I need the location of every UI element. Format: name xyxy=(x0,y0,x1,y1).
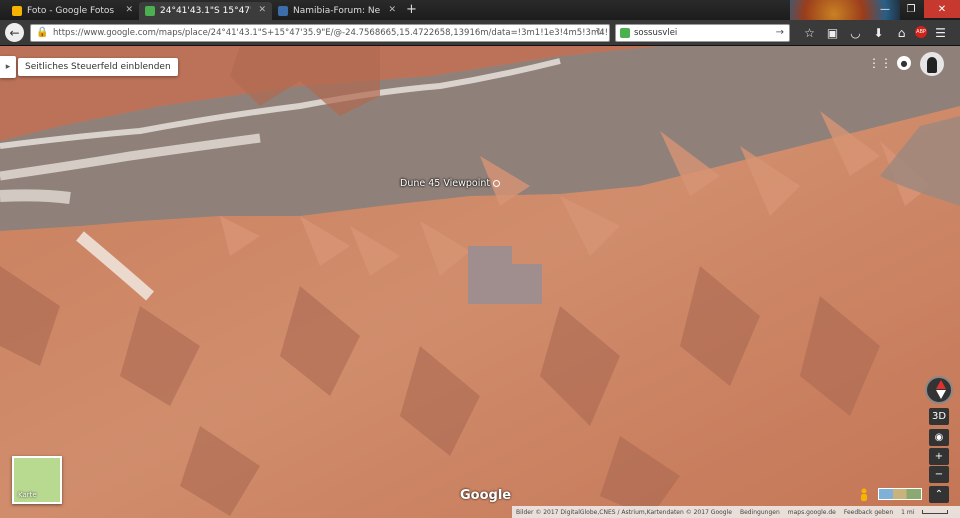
poi-marker[interactable]: Dune 45 Viewpoint xyxy=(400,178,501,189)
back-button[interactable]: ← xyxy=(5,23,24,42)
new-tab-button[interactable]: + xyxy=(406,2,417,17)
blurred-region xyxy=(505,264,542,304)
maximize-button[interactable]: ❐ xyxy=(898,0,924,18)
arrow-left-icon: ← xyxy=(9,25,20,40)
clipboard-icon[interactable]: ▣ xyxy=(823,23,842,42)
lock-icon: 🔒 xyxy=(36,27,49,38)
maps-link[interactable]: maps.google.de xyxy=(788,509,836,516)
account-avatar[interactable] xyxy=(920,52,944,76)
poi-label: Dune 45 Viewpoint xyxy=(400,178,491,189)
reload-icon[interactable]: ↻ xyxy=(596,27,604,38)
tab-label: Namibia-Forum: Neues Th... xyxy=(293,6,381,16)
satellite-map[interactable]: ▸ Seitliches Steuerfeld einblenden ⋮⋮ ● … xyxy=(0,46,960,518)
close-window-button[interactable]: ✕ xyxy=(924,0,960,18)
map-type-switcher[interactable]: Karte xyxy=(12,456,62,504)
search-engine-icon xyxy=(620,28,630,38)
map-footer: Bilder © 2017 DigitalGlobe,CNES / Astriu… xyxy=(512,506,960,518)
search-query: sossusvlei xyxy=(634,28,678,38)
map-type-label: Karte xyxy=(18,491,37,499)
home-icon[interactable]: ⌂ xyxy=(892,23,911,42)
forum-icon xyxy=(278,6,288,16)
google-photos-icon xyxy=(12,6,22,16)
notifications-icon[interactable]: ● xyxy=(897,56,911,70)
side-panel-tooltip: Seitliches Steuerfeld einblenden xyxy=(18,58,178,76)
apps-grid-icon[interactable]: ⋮⋮ xyxy=(868,56,892,70)
my-location-button[interactable]: ◉ xyxy=(929,429,949,446)
url-text: https://www.google.com/maps/place/24°41'… xyxy=(53,28,609,38)
close-icon[interactable]: ✕ xyxy=(125,5,133,15)
download-icon[interactable]: ⬇ xyxy=(869,23,888,42)
location-icon: ◉ xyxy=(934,432,944,443)
pegman-icon[interactable] xyxy=(858,488,870,502)
side-panel-toggle[interactable]: ▸ xyxy=(0,56,16,78)
zoom-out-button[interactable]: − xyxy=(929,466,949,483)
chevron-right-icon: ▸ xyxy=(5,62,11,72)
adblock-icon[interactable]: ABP xyxy=(915,26,927,38)
tab-label: 24°41'43.1"S 15°47'35.9"E - ... xyxy=(160,6,251,16)
scale-bar xyxy=(922,510,949,514)
close-icon[interactable]: ✕ xyxy=(388,5,396,15)
tab-google-fotos[interactable]: Foto - Google Fotos ✕ xyxy=(6,2,139,20)
feedback-link[interactable]: Feedback geben xyxy=(844,509,893,516)
camera-icon xyxy=(493,180,501,187)
scale-label: 1 mi xyxy=(901,508,915,516)
go-arrow-icon[interactable]: → xyxy=(776,27,784,38)
window-controls: — ❐ ✕ xyxy=(872,0,960,20)
zoom-in-button[interactable]: + xyxy=(929,448,949,465)
expand-icon[interactable]: ⌃ xyxy=(929,486,949,503)
tab-google-maps[interactable]: 24°41'43.1"S 15°47'35.9"E - ... ✕ xyxy=(139,2,272,20)
compass-icon[interactable] xyxy=(925,376,953,404)
google-maps-icon xyxy=(145,6,155,16)
close-icon[interactable]: ✕ xyxy=(258,5,266,15)
tab-namibia-forum[interactable]: Namibia-Forum: Neues Th... ✕ xyxy=(272,2,402,20)
terms-link[interactable]: Bedingungen xyxy=(740,509,780,516)
tab-label: Foto - Google Fotos xyxy=(27,6,115,16)
attribution: Bilder © 2017 DigitalGlobe,CNES / Astriu… xyxy=(516,508,732,516)
url-bar[interactable]: 🔒 https://www.google.com/maps/place/24°4… xyxy=(30,24,610,42)
search-input[interactable]: sossusvlei → xyxy=(615,24,790,42)
menu-icon[interactable]: ☰ xyxy=(931,23,950,42)
star-icon[interactable]: ☆ xyxy=(800,23,819,42)
google-logo: Google xyxy=(460,488,512,503)
toolbar-icons: ☆ ▣ ◡ ⬇ ⌂ ABP ☰ xyxy=(800,23,950,42)
minimize-button[interactable]: — xyxy=(872,0,898,18)
pocket-icon[interactable]: ◡ xyxy=(846,23,865,42)
3d-button[interactable]: 3D xyxy=(929,408,949,425)
imagery-thumbnails[interactable] xyxy=(878,488,922,500)
